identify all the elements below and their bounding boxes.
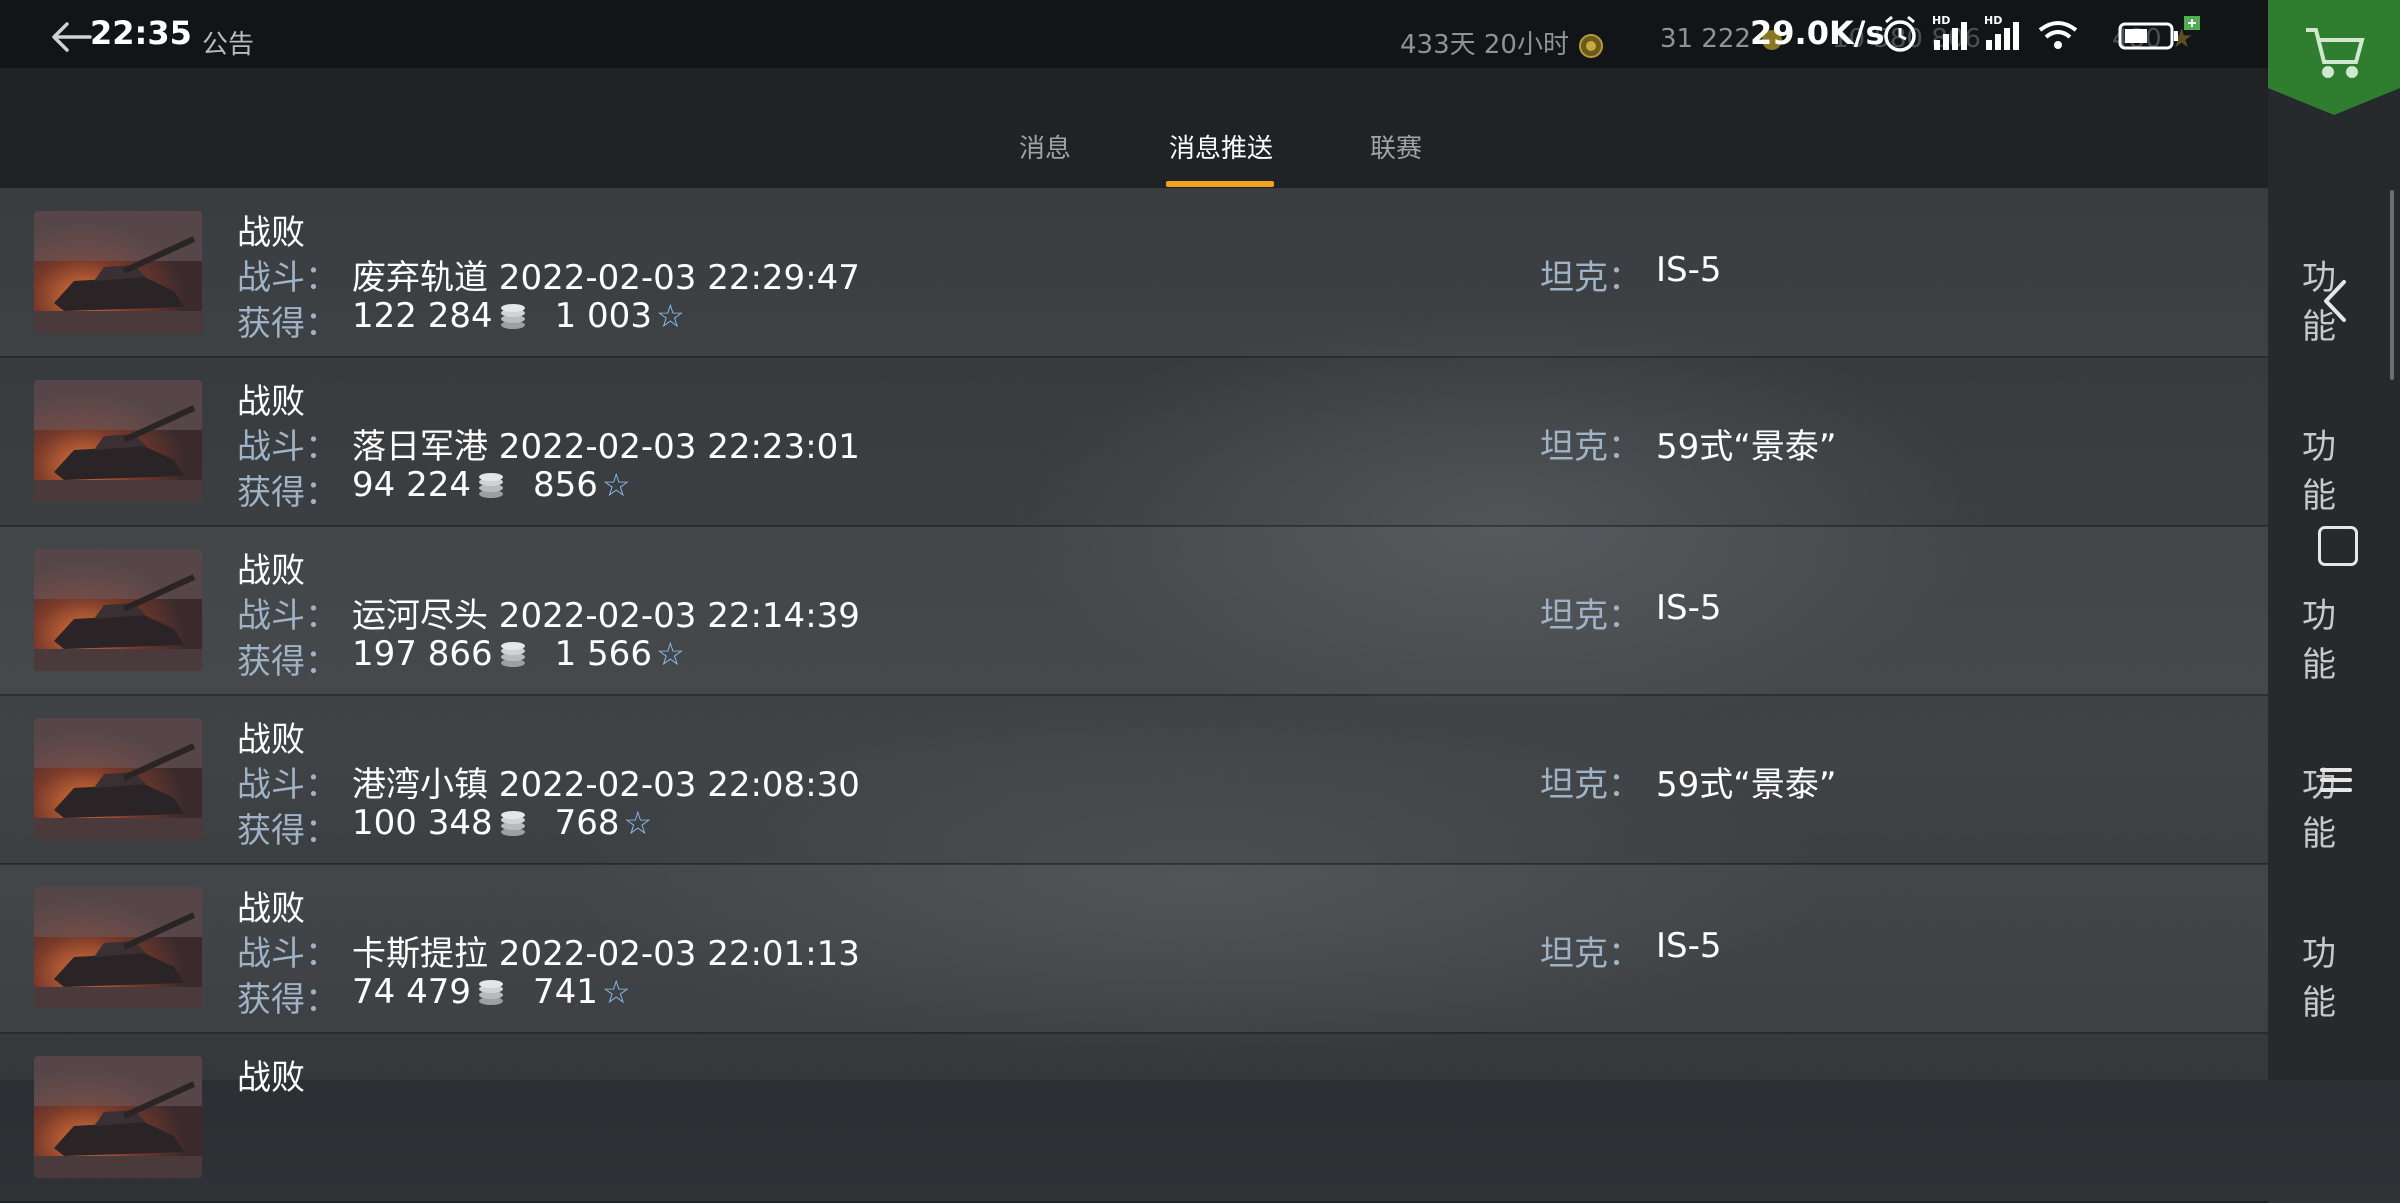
earned-label: 获得： bbox=[237, 304, 339, 344]
xp-star-icon: ☆ bbox=[655, 297, 685, 335]
tab-messages[interactable]: 消息 bbox=[1019, 128, 1071, 165]
svg-text:HD: HD bbox=[1984, 14, 2002, 27]
svg-text:HD: HD bbox=[1932, 14, 1950, 27]
earned-label: 获得： bbox=[237, 811, 339, 851]
tank-label: 坦克： bbox=[1540, 596, 1642, 636]
tab-league[interactable]: 联赛 bbox=[1370, 128, 1422, 165]
battle-thumbnail bbox=[34, 380, 202, 502]
nav-back-icon[interactable] bbox=[2318, 276, 2354, 326]
premium-time: 433天 20小时 bbox=[1400, 24, 1605, 61]
message-row[interactable]: 战败 bbox=[0, 1033, 2268, 1203]
function-button[interactable]: 功能 bbox=[2302, 419, 2336, 517]
earned-label: 获得： bbox=[237, 473, 339, 513]
battle-result: 战败 bbox=[237, 889, 305, 929]
hd-signal-icon: HD bbox=[1932, 14, 1967, 50]
earned-credits: 100 348 bbox=[352, 803, 493, 843]
earned-values: 74 479 741 ☆ bbox=[352, 972, 631, 1012]
xp-star-icon: ☆ bbox=[655, 635, 685, 673]
function-button[interactable]: 功能 bbox=[2302, 926, 2336, 1024]
credits-coin-icon bbox=[500, 642, 525, 667]
battle-thumbnail bbox=[34, 718, 202, 840]
battle-label: 战斗： bbox=[237, 934, 339, 974]
earned-xp: 856 bbox=[532, 465, 598, 505]
tab-bar bbox=[0, 68, 2268, 188]
message-row[interactable]: 战败 战斗： 运河尽头 2022-02-03 22:14:39 获得： 197 866 1… bbox=[0, 526, 2336, 696]
earned-values: 122 284 1 003 ☆ bbox=[352, 296, 685, 336]
battle-map-time: 运河尽头 2022-02-03 22:14:39 bbox=[352, 596, 860, 636]
shop-cart-button[interactable] bbox=[2268, 0, 2400, 115]
battle-map-time: 港湾小镇 2022-02-03 22:08:30 bbox=[352, 765, 860, 805]
earned-credits: 74 479 bbox=[352, 972, 471, 1012]
battle-label: 战斗： bbox=[237, 258, 339, 298]
earned-label: 获得： bbox=[237, 642, 339, 682]
message-row[interactable]: 战败战斗： 落日军港 2022-02-03 22:23:01 获得： 94 224 85… bbox=[0, 357, 2336, 527]
credits-coin-icon bbox=[478, 980, 503, 1005]
earned-credits: 197 866 bbox=[352, 634, 493, 674]
credits-coin-icon bbox=[500, 304, 525, 329]
earned-credits: 122 284 bbox=[352, 296, 493, 336]
hd-signal-icon: HD bbox=[1984, 14, 2019, 50]
tab-message-push[interactable]: 消息推送 bbox=[1169, 128, 1273, 165]
earned-values: 197 866 1 566 ☆ bbox=[352, 634, 685, 674]
battle-thumbnail bbox=[34, 549, 202, 671]
tank-label: 坦克： bbox=[1540, 765, 1642, 805]
nav-recents-icon[interactable] bbox=[2318, 762, 2354, 798]
battle-map-time: 废弃轨道 2022-02-03 22:29:47 bbox=[352, 258, 860, 298]
system-status-icons: HD HD bbox=[1884, 14, 2200, 52]
tank-name: IS-5 bbox=[1656, 250, 1722, 290]
tank-name: IS-5 bbox=[1656, 926, 1722, 966]
credits-coin-icon bbox=[500, 811, 525, 836]
status-time: 22:35 bbox=[90, 14, 192, 52]
earned-xp: 1 003 bbox=[554, 296, 652, 336]
battle-result: 战败 bbox=[237, 551, 305, 591]
battle-label: 战斗： bbox=[237, 427, 339, 467]
earned-values: 94 224 856 ☆ bbox=[352, 465, 631, 505]
xp-star-icon: ☆ bbox=[601, 973, 631, 1011]
premium-medal-icon bbox=[1579, 33, 1604, 58]
battle-map-time: 落日军港 2022-02-03 22:23:01 bbox=[352, 427, 860, 467]
xp-star-icon: ☆ bbox=[601, 466, 631, 504]
battle-result: 战败 bbox=[237, 213, 305, 253]
earned-credits: 94 224 bbox=[352, 465, 471, 505]
credits-coin-icon bbox=[478, 473, 503, 498]
battery-icon bbox=[2118, 16, 2200, 50]
battle-label: 战斗： bbox=[237, 596, 339, 636]
tank-label: 坦克： bbox=[1540, 427, 1642, 467]
tank-label: 坦克： bbox=[1540, 258, 1642, 298]
battle-result: 战败 bbox=[237, 720, 305, 760]
top-bar: 22:35 公告 433天 20小时 31 222 10 580 806 480… bbox=[0, 0, 2268, 68]
alarm-icon bbox=[1884, 15, 1916, 52]
scrollbar[interactable] bbox=[2390, 190, 2394, 380]
message-row[interactable]: 战败 战斗： 卡斯提拉 2022-02-03 22:01:13 获得： 74 479 74… bbox=[0, 864, 2336, 1034]
earned-label: 获得： bbox=[237, 980, 339, 1020]
earned-xp: 1 566 bbox=[554, 634, 652, 674]
earned-xp: 768 bbox=[554, 803, 620, 843]
page-title: 公告 bbox=[202, 30, 255, 60]
function-button[interactable]: 功能 bbox=[2302, 588, 2336, 686]
xp-star-icon: ☆ bbox=[623, 804, 653, 842]
wifi-icon bbox=[2038, 21, 2078, 49]
battle-result: 战败 bbox=[237, 1058, 305, 1098]
tank-name: IS-5 bbox=[1656, 588, 1722, 628]
battle-thumbnail bbox=[34, 211, 202, 333]
active-tab-indicator bbox=[1166, 181, 1274, 187]
battle-map-time: 卡斯提拉 2022-02-03 22:01:13 bbox=[352, 934, 860, 974]
battle-thumbnail bbox=[34, 1056, 202, 1178]
earned-values: 100 348 768 ☆ bbox=[352, 803, 652, 843]
battle-label: 战斗： bbox=[237, 765, 339, 805]
message-row[interactable]: 战败 战斗： 废弃轨道 2022-02-03 22:29:47 获得： 122 284 1… bbox=[0, 188, 2336, 358]
battle-thumbnail bbox=[34, 887, 202, 1009]
tank-name: 59式“景泰” bbox=[1656, 427, 1837, 467]
tank-name: 59式“景泰” bbox=[1656, 765, 1837, 805]
battle-result: 战败 bbox=[237, 382, 305, 422]
nav-home-icon[interactable] bbox=[2318, 526, 2358, 566]
earned-xp: 741 bbox=[532, 972, 598, 1012]
message-row[interactable]: 战败战斗： 港湾小镇 2022-02-03 22:08:30 获得： 100 348 7… bbox=[0, 695, 2336, 865]
back-arrow-icon[interactable] bbox=[50, 20, 92, 54]
network-speed: 29.0K/s bbox=[1750, 14, 1885, 52]
tank-label: 坦克： bbox=[1540, 934, 1642, 974]
